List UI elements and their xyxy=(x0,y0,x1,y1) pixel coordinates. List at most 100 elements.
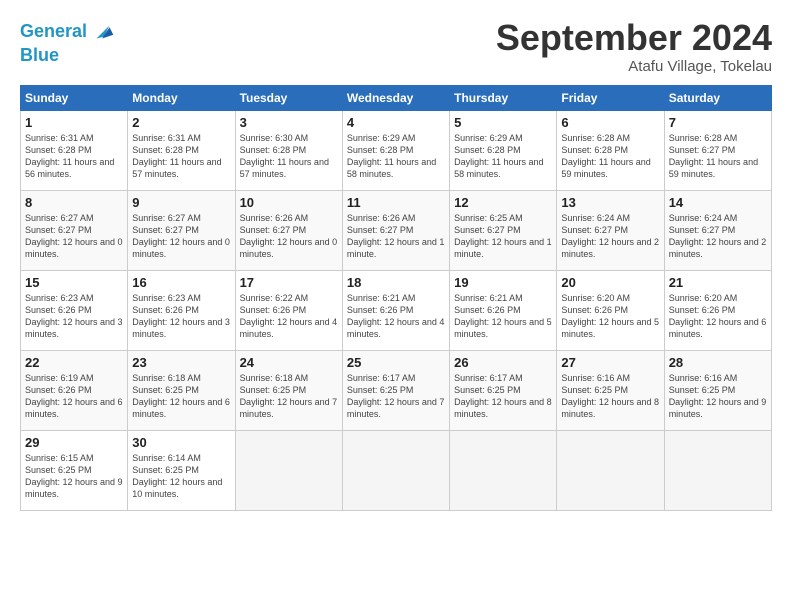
day-number: 20 xyxy=(561,275,659,290)
calendar-day: 21 Sunrise: 6:20 AMSunset: 6:26 PMDaylig… xyxy=(664,270,771,350)
day-number: 17 xyxy=(240,275,338,290)
day-number: 30 xyxy=(132,435,230,450)
calendar-day: 4 Sunrise: 6:29 AMSunset: 6:28 PMDayligh… xyxy=(342,110,449,190)
day-info: Sunrise: 6:24 AMSunset: 6:27 PMDaylight:… xyxy=(561,212,659,261)
calendar-week-1: 8 Sunrise: 6:27 AMSunset: 6:27 PMDayligh… xyxy=(21,190,772,270)
calendar-day: 28 Sunrise: 6:16 AMSunset: 6:25 PMDaylig… xyxy=(664,350,771,430)
day-info: Sunrise: 6:31 AMSunset: 6:28 PMDaylight:… xyxy=(25,132,123,181)
calendar-day: 26 Sunrise: 6:17 AMSunset: 6:25 PMDaylig… xyxy=(450,350,557,430)
day-number: 15 xyxy=(25,275,123,290)
day-info: Sunrise: 6:27 AMSunset: 6:27 PMDaylight:… xyxy=(132,212,230,261)
logo-text: General xyxy=(20,22,87,42)
day-info: Sunrise: 6:24 AMSunset: 6:27 PMDaylight:… xyxy=(669,212,767,261)
day-number: 13 xyxy=(561,195,659,210)
day-number: 14 xyxy=(669,195,767,210)
day-info: Sunrise: 6:28 AMSunset: 6:28 PMDaylight:… xyxy=(561,132,659,181)
day-number: 25 xyxy=(347,355,445,370)
logo-icon xyxy=(89,18,117,46)
day-number: 7 xyxy=(669,115,767,130)
title-block: September 2024 Atafu Village, Tokelau xyxy=(496,18,772,75)
calendar-table: Sunday Monday Tuesday Wednesday Thursday… xyxy=(20,85,772,511)
calendar-day: 17 Sunrise: 6:22 AMSunset: 6:26 PMDaylig… xyxy=(235,270,342,350)
day-number: 29 xyxy=(25,435,123,450)
col-tuesday: Tuesday xyxy=(235,85,342,110)
calendar-day xyxy=(235,430,342,510)
day-number: 4 xyxy=(347,115,445,130)
calendar-day: 18 Sunrise: 6:21 AMSunset: 6:26 PMDaylig… xyxy=(342,270,449,350)
header: General Blue September 2024 Atafu Villag… xyxy=(20,18,772,75)
day-info: Sunrise: 6:19 AMSunset: 6:26 PMDaylight:… xyxy=(25,372,123,421)
logo-line2: Blue xyxy=(20,46,117,66)
day-number: 10 xyxy=(240,195,338,210)
calendar-week-3: 22 Sunrise: 6:19 AMSunset: 6:26 PMDaylig… xyxy=(21,350,772,430)
day-info: Sunrise: 6:16 AMSunset: 6:25 PMDaylight:… xyxy=(561,372,659,421)
day-number: 1 xyxy=(25,115,123,130)
day-info: Sunrise: 6:27 AMSunset: 6:27 PMDaylight:… xyxy=(25,212,123,261)
day-info: Sunrise: 6:15 AMSunset: 6:25 PMDaylight:… xyxy=(25,452,123,501)
day-number: 28 xyxy=(669,355,767,370)
col-sunday: Sunday xyxy=(21,85,128,110)
col-thursday: Thursday xyxy=(450,85,557,110)
day-info: Sunrise: 6:23 AMSunset: 6:26 PMDaylight:… xyxy=(25,292,123,341)
calendar-day: 5 Sunrise: 6:29 AMSunset: 6:28 PMDayligh… xyxy=(450,110,557,190)
calendar-day: 22 Sunrise: 6:19 AMSunset: 6:26 PMDaylig… xyxy=(21,350,128,430)
calendar-day xyxy=(557,430,664,510)
day-number: 18 xyxy=(347,275,445,290)
col-monday: Monday xyxy=(128,85,235,110)
day-info: Sunrise: 6:16 AMSunset: 6:25 PMDaylight:… xyxy=(669,372,767,421)
header-row: Sunday Monday Tuesday Wednesday Thursday… xyxy=(21,85,772,110)
calendar-day: 11 Sunrise: 6:26 AMSunset: 6:27 PMDaylig… xyxy=(342,190,449,270)
day-info: Sunrise: 6:30 AMSunset: 6:28 PMDaylight:… xyxy=(240,132,338,181)
calendar-day: 2 Sunrise: 6:31 AMSunset: 6:28 PMDayligh… xyxy=(128,110,235,190)
day-number: 12 xyxy=(454,195,552,210)
calendar-day: 19 Sunrise: 6:21 AMSunset: 6:26 PMDaylig… xyxy=(450,270,557,350)
day-number: 27 xyxy=(561,355,659,370)
calendar-week-2: 15 Sunrise: 6:23 AMSunset: 6:26 PMDaylig… xyxy=(21,270,772,350)
calendar-day: 23 Sunrise: 6:18 AMSunset: 6:25 PMDaylig… xyxy=(128,350,235,430)
month-title: September 2024 xyxy=(496,18,772,58)
col-friday: Friday xyxy=(557,85,664,110)
day-number: 26 xyxy=(454,355,552,370)
day-number: 21 xyxy=(669,275,767,290)
day-number: 8 xyxy=(25,195,123,210)
calendar-day: 14 Sunrise: 6:24 AMSunset: 6:27 PMDaylig… xyxy=(664,190,771,270)
calendar-week-0: 1 Sunrise: 6:31 AMSunset: 6:28 PMDayligh… xyxy=(21,110,772,190)
calendar-day: 1 Sunrise: 6:31 AMSunset: 6:28 PMDayligh… xyxy=(21,110,128,190)
col-wednesday: Wednesday xyxy=(342,85,449,110)
calendar-day: 29 Sunrise: 6:15 AMSunset: 6:25 PMDaylig… xyxy=(21,430,128,510)
calendar-day: 27 Sunrise: 6:16 AMSunset: 6:25 PMDaylig… xyxy=(557,350,664,430)
day-info: Sunrise: 6:18 AMSunset: 6:25 PMDaylight:… xyxy=(132,372,230,421)
day-info: Sunrise: 6:29 AMSunset: 6:28 PMDaylight:… xyxy=(454,132,552,181)
page-container: General Blue September 2024 Atafu Villag… xyxy=(0,0,792,521)
calendar-day: 9 Sunrise: 6:27 AMSunset: 6:27 PMDayligh… xyxy=(128,190,235,270)
calendar-day xyxy=(450,430,557,510)
day-number: 16 xyxy=(132,275,230,290)
calendar-day: 6 Sunrise: 6:28 AMSunset: 6:28 PMDayligh… xyxy=(557,110,664,190)
calendar-day: 16 Sunrise: 6:23 AMSunset: 6:26 PMDaylig… xyxy=(128,270,235,350)
day-info: Sunrise: 6:17 AMSunset: 6:25 PMDaylight:… xyxy=(347,372,445,421)
day-number: 9 xyxy=(132,195,230,210)
calendar-week-4: 29 Sunrise: 6:15 AMSunset: 6:25 PMDaylig… xyxy=(21,430,772,510)
day-number: 2 xyxy=(132,115,230,130)
day-info: Sunrise: 6:31 AMSunset: 6:28 PMDaylight:… xyxy=(132,132,230,181)
day-number: 24 xyxy=(240,355,338,370)
calendar-day: 24 Sunrise: 6:18 AMSunset: 6:25 PMDaylig… xyxy=(235,350,342,430)
day-info: Sunrise: 6:26 AMSunset: 6:27 PMDaylight:… xyxy=(347,212,445,261)
day-info: Sunrise: 6:17 AMSunset: 6:25 PMDaylight:… xyxy=(454,372,552,421)
day-info: Sunrise: 6:14 AMSunset: 6:25 PMDaylight:… xyxy=(132,452,230,501)
day-info: Sunrise: 6:29 AMSunset: 6:28 PMDaylight:… xyxy=(347,132,445,181)
day-info: Sunrise: 6:28 AMSunset: 6:27 PMDaylight:… xyxy=(669,132,767,181)
calendar-day: 20 Sunrise: 6:20 AMSunset: 6:26 PMDaylig… xyxy=(557,270,664,350)
day-info: Sunrise: 6:20 AMSunset: 6:26 PMDaylight:… xyxy=(561,292,659,341)
day-info: Sunrise: 6:26 AMSunset: 6:27 PMDaylight:… xyxy=(240,212,338,261)
day-info: Sunrise: 6:21 AMSunset: 6:26 PMDaylight:… xyxy=(454,292,552,341)
day-info: Sunrise: 6:20 AMSunset: 6:26 PMDaylight:… xyxy=(669,292,767,341)
day-info: Sunrise: 6:22 AMSunset: 6:26 PMDaylight:… xyxy=(240,292,338,341)
day-number: 11 xyxy=(347,195,445,210)
calendar-day: 25 Sunrise: 6:17 AMSunset: 6:25 PMDaylig… xyxy=(342,350,449,430)
calendar-day: 7 Sunrise: 6:28 AMSunset: 6:27 PMDayligh… xyxy=(664,110,771,190)
day-number: 5 xyxy=(454,115,552,130)
day-info: Sunrise: 6:23 AMSunset: 6:26 PMDaylight:… xyxy=(132,292,230,341)
calendar-day xyxy=(664,430,771,510)
calendar-day: 13 Sunrise: 6:24 AMSunset: 6:27 PMDaylig… xyxy=(557,190,664,270)
